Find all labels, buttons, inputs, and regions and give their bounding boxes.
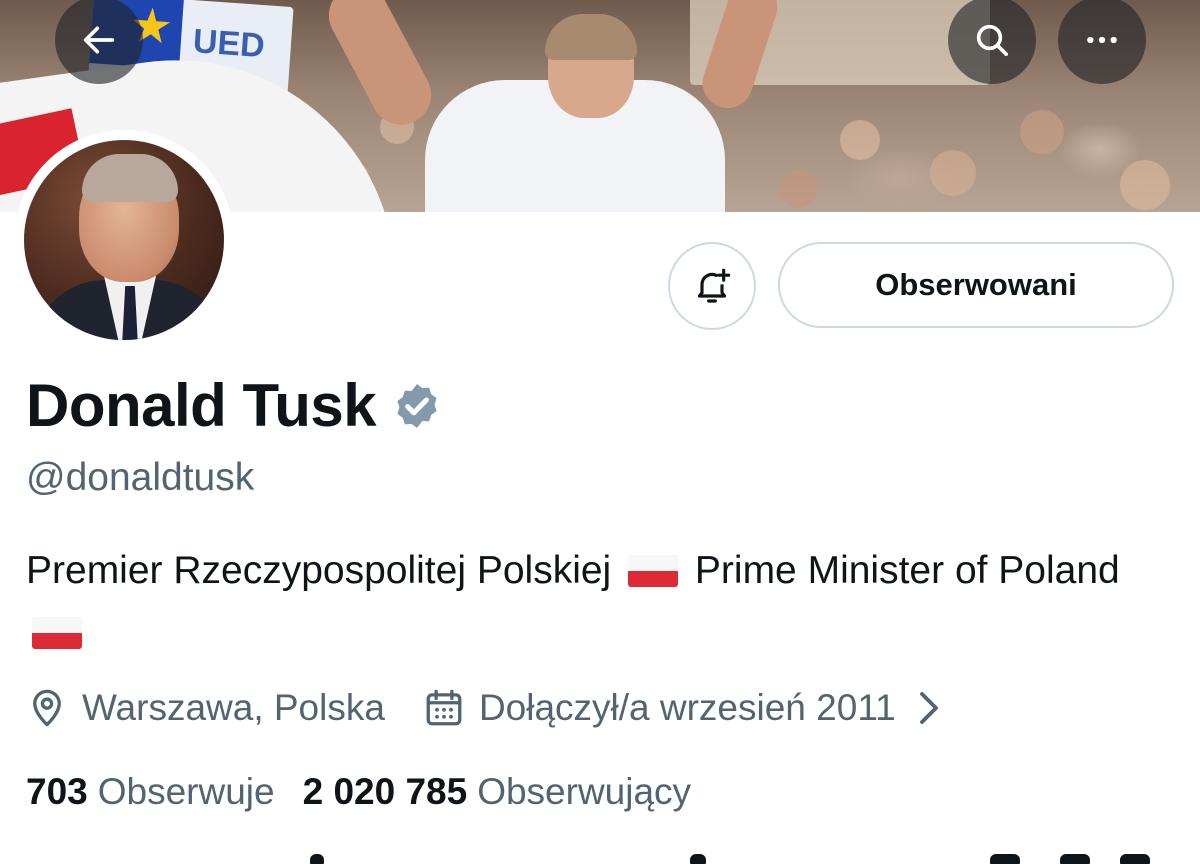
chevron-right-icon xyxy=(919,692,938,724)
user-handle: @donaldtusk xyxy=(26,456,255,499)
poland-flag-emoji xyxy=(32,617,82,649)
bio-text-english: Prime Minister of Poland xyxy=(694,549,1120,592)
speaker-hair xyxy=(545,14,637,60)
follow-stats: 703 Obserwuje 2 020 785 Obserwujący xyxy=(26,764,691,820)
crowd-figure xyxy=(930,150,976,196)
crowd-figure xyxy=(840,120,880,160)
crowd-figure xyxy=(1120,160,1170,210)
verified-badge-icon[interactable] xyxy=(392,381,442,431)
profile-meta: Warszawa, Polska Dołączył/a wrzesień 201… xyxy=(26,680,964,736)
followers-count: 2 020 785 xyxy=(302,771,468,812)
display-name: Donald Tusk xyxy=(26,372,377,439)
crowd-figure xyxy=(1020,110,1064,154)
raised-arm xyxy=(318,0,442,136)
bio: Premier Rzeczypospolitej Polskiej Prime … xyxy=(26,540,1176,664)
following-stat[interactable]: 703 Obserwuje xyxy=(26,764,275,820)
search-button[interactable] xyxy=(948,0,1036,84)
avatar[interactable] xyxy=(24,140,224,340)
name-row: Donald Tusk xyxy=(26,368,442,444)
arrow-left-icon xyxy=(83,26,115,54)
more-horizontal-icon xyxy=(1087,36,1117,44)
location: Warszawa, Polska xyxy=(26,680,385,736)
followers-stat[interactable]: 2 020 785 Obserwujący xyxy=(303,764,691,820)
notifications-button[interactable] xyxy=(668,242,756,330)
poland-flag-emoji xyxy=(628,555,679,587)
crowd-figure xyxy=(780,170,818,208)
following-label: Obserwuje xyxy=(97,771,275,812)
calendar-icon xyxy=(426,689,462,726)
location-text: Warszawa, Polska xyxy=(82,687,385,728)
bio-text-polish: Premier Rzeczypospolitej Polskiej xyxy=(26,549,612,592)
location-pin-icon xyxy=(33,689,61,727)
more-button[interactable] xyxy=(1058,0,1146,84)
join-date-text: Dołączył/a wrzesień 2011 xyxy=(478,687,896,728)
following-count: 703 xyxy=(26,771,88,812)
cutoff-content xyxy=(0,850,1200,864)
eu-sign-text: UED xyxy=(191,22,266,66)
back-button[interactable] xyxy=(55,0,143,84)
followers-label: Obserwujący xyxy=(477,771,692,812)
join-date[interactable]: Dołączył/a wrzesień 2011 xyxy=(423,680,964,736)
search-icon xyxy=(976,24,1008,57)
following-button[interactable]: Obserwowani xyxy=(778,242,1174,328)
bell-plus-icon xyxy=(697,268,731,303)
